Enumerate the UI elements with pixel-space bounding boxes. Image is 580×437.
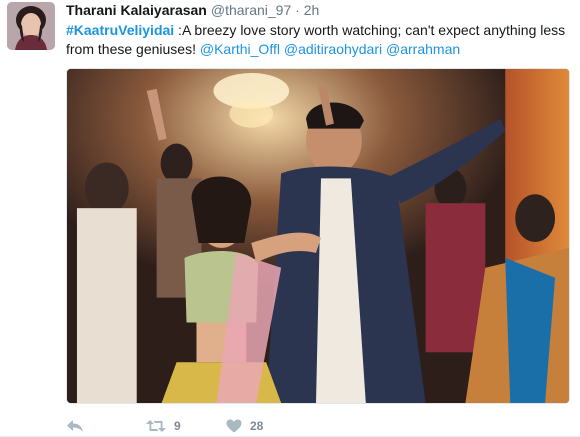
tweet-photo[interactable]: [66, 68, 570, 404]
reply-icon: [67, 420, 83, 432]
timestamp[interactable]: 2h: [304, 2, 320, 18]
reply-button[interactable]: [66, 419, 146, 433]
mention-link-arrahman[interactable]: @arrahman: [386, 41, 460, 57]
dance-scene-photo: [67, 69, 569, 403]
user-handle[interactable]: @tharani_97: [211, 2, 291, 18]
profile-photo: [7, 2, 55, 50]
mention-link-karthi[interactable]: @Karthi_Offl: [200, 41, 280, 57]
time-separator: ·: [295, 2, 300, 18]
tweet-actions: 9 28: [66, 415, 306, 437]
like-count: 28: [250, 419, 264, 433]
retweet-icon: [146, 420, 166, 432]
avatar[interactable]: [7, 2, 55, 50]
display-name[interactable]: Tharani Kalaiyarasan: [66, 2, 207, 18]
tweet-text: #KaatruVeliyidai :A breezy love story wo…: [66, 21, 566, 59]
retweet-button[interactable]: 9: [146, 419, 226, 433]
retweet-count: 9: [174, 419, 181, 433]
mention-link-aditi[interactable]: @aditiraohydari: [284, 41, 382, 57]
hashtag-link[interactable]: #KaatruVeliyidai: [66, 22, 174, 38]
tweet-header: Tharani Kalaiyarasan @tharani_97 · 2h: [66, 1, 319, 19]
tweet-card[interactable]: Tharani Kalaiyarasan @tharani_97 · 2h #Ka…: [0, 0, 580, 437]
like-button[interactable]: 28: [226, 419, 306, 433]
heart-icon: [226, 419, 242, 433]
